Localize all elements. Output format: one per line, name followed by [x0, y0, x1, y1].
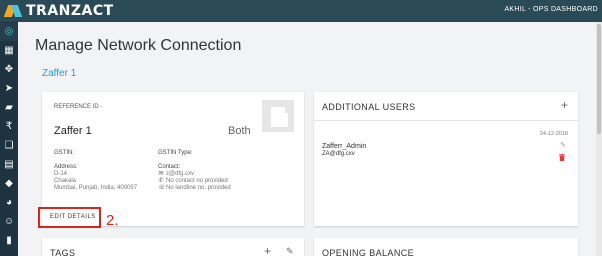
page-title: Manage Network Connection: [35, 37, 242, 54]
edit-tags-icon[interactable]: ✎: [286, 246, 294, 256]
contact-email-row: ✉ z@dfg.cxv: [158, 171, 194, 178]
sidebar-item-globe[interactable]: ◎: [0, 23, 18, 41]
address-line: Chakala: [54, 178, 77, 184]
reference-id-label: REFERENCE ID -: [54, 104, 103, 110]
sidebar-item-report[interactable]: ▮: [0, 232, 18, 250]
truck-icon: ▰: [5, 102, 13, 113]
annotation-highlight-box: [38, 207, 101, 228]
contact-email: z@dfg.cxv: [166, 171, 195, 177]
add-tag-icon[interactable]: +: [264, 244, 271, 256]
opening-balance-card: OPENING BALANCE: [314, 238, 578, 256]
additional-users-title: ADDITIONAL USERS: [322, 102, 416, 112]
email-icon: ✉: [158, 171, 164, 177]
invoice-icon: ▤: [4, 159, 14, 170]
gstin-type-label: GSTIN Type:: [158, 150, 193, 156]
network-icon: ✥: [4, 64, 14, 75]
users-icon: ☺: [3, 216, 15, 227]
contact-phone: No contact no provided: [166, 178, 228, 184]
delete-user-icon[interactable]: [559, 154, 565, 161]
tranzact-logo-icon: [3, 3, 23, 19]
sidebar-item-rupee[interactable]: ₹: [0, 118, 18, 136]
store-icon: ▦: [4, 45, 14, 56]
sidebar-item-store[interactable]: ▦: [0, 42, 18, 60]
edit-user-icon[interactable]: ✎: [560, 141, 566, 149]
contact-landline-row: ☏ No landline no. provided: [158, 185, 231, 192]
sidebar-item-truck[interactable]: ▰: [0, 99, 18, 117]
phone-icon: ✆: [158, 178, 164, 184]
box-icon: ◆: [5, 178, 13, 189]
building-icon: [262, 100, 294, 132]
sidebar-item-network[interactable]: ✥: [0, 61, 18, 79]
sidebar-item-documents[interactable]: ❏: [0, 137, 18, 155]
sidebar-item-invoice[interactable]: ▤: [0, 156, 18, 174]
tags-title: TAGS: [50, 248, 76, 256]
landline-icon: ☏: [158, 185, 166, 191]
tags-card: TAGS + ✎: [42, 238, 304, 256]
rupee-icon: ₹: [5, 121, 13, 132]
contact-phone-row: ✆ No contact no provided: [158, 178, 228, 185]
opening-balance-title: OPENING BALANCE: [322, 248, 415, 256]
sidebar-item-users[interactable]: ☺: [0, 213, 18, 231]
breadcrumb-company-link[interactable]: Zaffer 1: [42, 68, 76, 79]
globe-icon: ◎: [4, 26, 14, 37]
add-user-icon[interactable]: +: [561, 98, 568, 112]
user-name: Zafferr_Admin: [322, 143, 367, 150]
brand-name: TRANZACT: [26, 3, 114, 19]
user-email: ZA@dfg.cxv: [322, 151, 355, 157]
scrollbar-thumb[interactable]: [597, 24, 601, 134]
sidebar: ◎ ▦ ✥ ➤ ▰ ₹ ❏ ▤ ◆ ◕ ☺ ▮: [0, 22, 18, 256]
user-dashboard-label[interactable]: AKHIL - OPS DASHBOARD: [504, 6, 598, 13]
documents-icon: ❏: [4, 140, 14, 151]
user-date: 24-12-2018: [539, 131, 568, 137]
sidebar-item-send[interactable]: ➤: [0, 80, 18, 98]
company-details-card: REFERENCE ID - Zaffer 1 Both GSTIN: GSTI…: [42, 92, 304, 226]
divider: [314, 120, 578, 121]
company-name: Zaffer 1: [54, 125, 92, 137]
contact-label: Contact:: [158, 164, 181, 170]
annotation-step-number: 2.: [106, 212, 119, 229]
contact-landline: No landline no. provided: [166, 185, 231, 191]
additional-users-card: ADDITIONAL USERS + 24-12-2018 Zafferr_Ad…: [314, 92, 578, 226]
send-icon: ➤: [4, 83, 14, 94]
analytics-icon: ◕: [5, 197, 13, 208]
gstin-label: GSTIN:: [54, 150, 75, 156]
connection-type: Both: [228, 125, 251, 137]
sidebar-item-box[interactable]: ◆: [0, 175, 18, 193]
sidebar-item-analytics[interactable]: ◕: [0, 194, 18, 212]
top-bar: TRANZACT AKHIL - OPS DASHBOARD: [0, 0, 602, 22]
brand-logo[interactable]: TRANZACT: [3, 3, 114, 19]
report-icon: ▮: [6, 235, 12, 246]
address-label: Address:: [54, 164, 78, 170]
address-line: Mumbai, Punjab, India, 400097: [54, 185, 138, 191]
address-line: D-14: [54, 171, 68, 177]
